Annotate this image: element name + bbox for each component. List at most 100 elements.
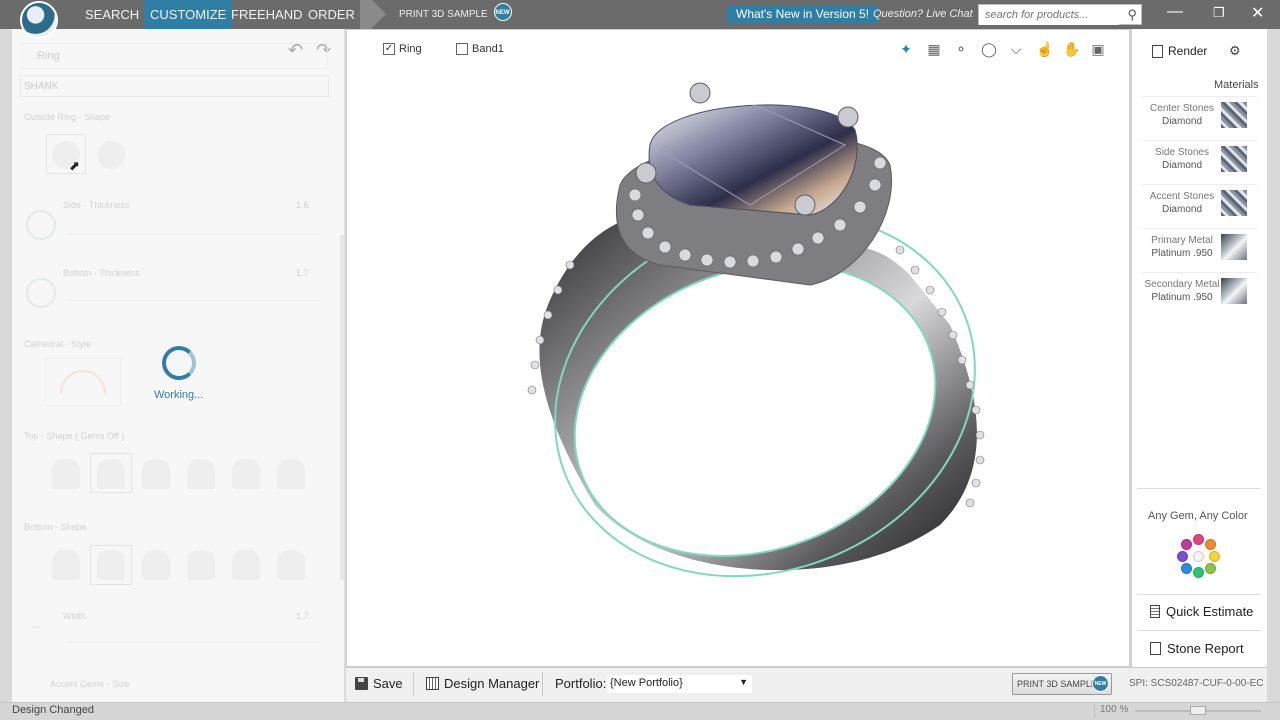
pin-icon[interactable]: ⌵ — [1008, 41, 1024, 57]
quick-estimate-button[interactable]: Quick Estimate — [1150, 604, 1253, 619]
material-primary-metal[interactable]: Primary Metal Platinum .950 — [1141, 228, 1257, 268]
cathedral-style-label: Cathedral - Style — [24, 339, 92, 349]
top-shape-option[interactable] — [52, 459, 80, 489]
separator — [542, 672, 543, 696]
whats-new-button[interactable]: What's New in Version 5! — [727, 5, 879, 24]
gem-dot — [1181, 539, 1192, 550]
portfolio-select[interactable]: {New Portfolio} ▼ — [607, 675, 752, 693]
bottom-shape-option[interactable] — [142, 550, 170, 580]
metal-swatch-icon[interactable] — [1221, 234, 1247, 260]
ring-dropdown[interactable]: Ring — [22, 43, 328, 69]
material-accent-stones[interactable]: Accent Stones Diamond — [1141, 184, 1257, 224]
app-logo[interactable] — [20, 1, 58, 39]
top-shape-option[interactable] — [232, 459, 260, 489]
nav-order[interactable]: ORDER — [302, 0, 361, 29]
bottom-shape-label: Bottom - Shape — [24, 522, 87, 532]
top-shape-option[interactable] — [142, 459, 170, 489]
material-name: Accent Stones — [1149, 191, 1215, 202]
cursor-icon: ⬈ — [69, 158, 80, 173]
live-chat-link[interactable]: Question? Live Chat — [873, 8, 973, 20]
calculator-icon — [1150, 605, 1160, 618]
zoom-level: 100 % — [1100, 704, 1129, 715]
save-button[interactable]: Save — [355, 676, 403, 691]
nav-customize[interactable]: CUSTOMIZE — [144, 0, 233, 29]
gear-icon[interactable]: ⚙ — [1229, 43, 1241, 59]
bottom-shape-option[interactable] — [97, 550, 125, 580]
render-icon — [1152, 44, 1163, 58]
gem-dot — [1177, 551, 1188, 562]
bottom-thickness-value: 1.7 — [296, 268, 309, 278]
top-shape-option[interactable] — [187, 459, 215, 489]
gem-dot — [1181, 563, 1192, 574]
diamond-swatch-icon[interactable] — [1221, 102, 1247, 128]
bottom-shape-option[interactable] — [52, 550, 80, 580]
gem-dot — [1205, 539, 1216, 550]
divider — [1137, 594, 1261, 595]
minimize-icon[interactable]: — — [1167, 3, 1183, 21]
shank-dropdown[interactable]: SHANK — [20, 75, 329, 97]
band1-checkbox[interactable]: Band1 — [456, 43, 504, 55]
width-slider[interactable] — [66, 642, 320, 643]
print-3d-sample-button[interactable]: PRINT 3D SAMPLE NEW — [1012, 673, 1112, 695]
material-value: Platinum .950 — [1151, 292, 1213, 303]
top-shape-label: Top - Shape ( Gems Off ) — [24, 431, 125, 441]
hand-icon[interactable]: ✋ — [1063, 41, 1080, 57]
ring-3d-model[interactable] — [510, 75, 1000, 600]
nav-arrow-tip — [372, 0, 386, 28]
nav-freehand[interactable]: FREEHAND — [225, 0, 309, 29]
bottom-thickness-label: Bottom - Thickness — [63, 268, 140, 278]
design-manager-icon — [426, 677, 439, 690]
stone-report-button[interactable]: Stone Report — [1150, 641, 1244, 656]
render-label: Render — [1168, 44, 1208, 58]
material-secondary-metal[interactable]: Secondary Metal Platinum .950 — [1141, 272, 1257, 312]
oval-shape-icon[interactable] — [97, 141, 125, 169]
search-icon[interactable]: ⚲ — [1127, 7, 1137, 23]
working-indicator: Working... — [154, 389, 204, 401]
top-shape-option[interactable] — [97, 459, 125, 489]
product-search[interactable]: ⚲ — [978, 4, 1142, 25]
status-bar — [0, 702, 1280, 720]
bottom-thickness-icon — [26, 278, 56, 308]
diamond-swatch-icon[interactable] — [1221, 190, 1247, 216]
ring-size-icon[interactable]: ◯ — [981, 41, 997, 57]
search-input[interactable] — [979, 5, 1119, 25]
chevron-down-icon[interactable]: ▼ — [739, 677, 748, 687]
width-value: 1.7 — [296, 611, 309, 621]
new-badge: NEW — [1092, 675, 1109, 692]
bottom-shape-option[interactable] — [187, 550, 215, 580]
gem-dot — [1193, 567, 1204, 578]
material-value: Diamond — [1161, 116, 1203, 127]
grid-icon[interactable]: ▦ — [926, 41, 942, 57]
image-icon[interactable]: ▣ — [1090, 41, 1106, 57]
design-manager-label: Design Manager — [444, 676, 540, 691]
metal-swatch-icon[interactable] — [1221, 278, 1247, 304]
print-3d-sample-link[interactable]: PRINT 3D SAMPLE NEW — [399, 3, 512, 21]
diamond-swatch-icon[interactable] — [1221, 146, 1247, 172]
portfolio-value: {New Portfolio} — [610, 677, 683, 689]
material-name: Secondary Metal — [1144, 279, 1220, 290]
checkbox-unchecked-icon[interactable] — [456, 43, 468, 55]
spi-code: SPI: SCS02487-CUF-0-00-EC — [1129, 678, 1264, 689]
checkbox-checked-icon[interactable]: ✓ — [383, 43, 395, 55]
measure-icon[interactable]: ⚬ — [953, 41, 969, 57]
gem-color-wheel-icon[interactable] — [1177, 534, 1220, 578]
nav-search[interactable]: SEARCH — [79, 0, 145, 29]
ring-checkbox[interactable]: ✓ Ring — [383, 43, 422, 55]
material-value: Diamond — [1161, 204, 1203, 215]
side-thickness-slider[interactable] — [66, 234, 320, 235]
bottom-shape-option[interactable] — [232, 550, 260, 580]
render-button[interactable]: Render — [1152, 44, 1207, 58]
left-panel-scrollbar[interactable] — [340, 235, 344, 580]
top-shape-option[interactable] — [277, 459, 305, 489]
bottom-thickness-slider[interactable] — [66, 300, 320, 301]
compass-icon[interactable]: ✦ — [898, 41, 914, 57]
finger-icon[interactable]: ☝ — [1036, 41, 1053, 57]
close-icon[interactable]: ✕ — [1251, 3, 1264, 23]
design-manager-button[interactable]: Design Manager — [426, 676, 539, 691]
material-center-stones[interactable]: Center Stones Diamond — [1141, 96, 1257, 136]
maximize-icon[interactable]: ❐ — [1213, 5, 1225, 21]
bottom-shape-option[interactable] — [277, 550, 305, 580]
separator — [1094, 704, 1095, 718]
zoom-slider-thumb[interactable] — [1190, 706, 1206, 715]
material-side-stones[interactable]: Side Stones Diamond — [1141, 140, 1257, 180]
